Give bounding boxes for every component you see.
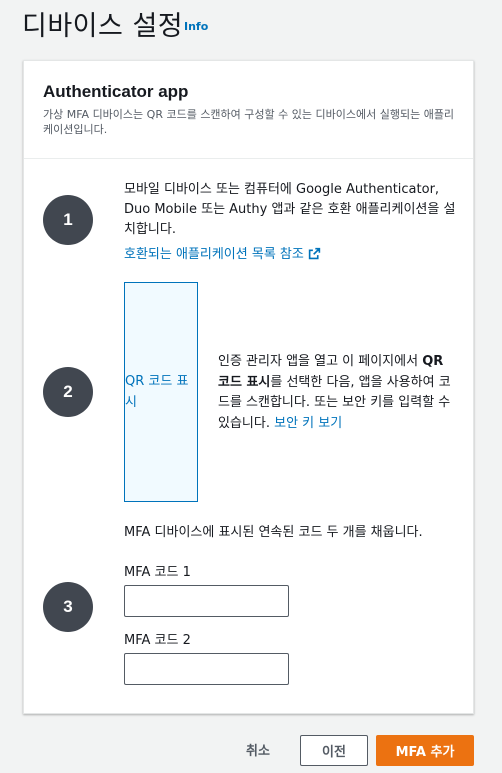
step-1-text: 모바일 디바이스 또는 컴퓨터에 Google Authenticator, D… (124, 180, 464, 240)
card-description: 가상 MFA 디바이스는 QR 코드를 스캔하여 구성할 수 있는 디바이스에서… (43, 108, 455, 136)
view-secret-key-link[interactable]: 보안 키 보기 (274, 416, 342, 431)
mfa-code-1-input[interactable] (124, 585, 289, 617)
mfa-code-1-label: MFA 코드 1 (124, 565, 191, 580)
compatible-apps-link-label: 호환되는 애플리케이션 목록 참조 (124, 247, 304, 262)
mfa-code-2-input[interactable] (124, 653, 289, 685)
card-title: Authenticator app (43, 82, 189, 101)
step-3-instruction: MFA 디바이스에 표시된 연속된 코드 두 개를 채웁니다. (124, 525, 423, 540)
step-2-text-part-1: 인증 관리자 앱을 열고 이 페이지에서 (218, 354, 423, 369)
info-link[interactable]: Info (184, 20, 208, 33)
show-qr-code-button[interactable]: QR 코드 표시 (124, 282, 198, 502)
card-header: Authenticator app 가상 MFA 디바이스는 QR 코드를 스캔… (24, 61, 473, 159)
mfa-code-2-label: MFA 코드 2 (124, 633, 191, 648)
step-3-number: 3 (43, 582, 93, 632)
external-link-icon (308, 247, 321, 267)
step-1-line-3: 치합니다. (124, 222, 176, 237)
step-2-number: 2 (43, 367, 93, 417)
add-mfa-button[interactable]: MFA 추가 (376, 735, 474, 766)
cancel-button[interactable]: 취소 (246, 740, 270, 759)
step-1-number: 1 (43, 195, 93, 245)
previous-button[interactable]: 이전 (300, 735, 368, 766)
authenticator-card: Authenticator app 가상 MFA 디바이스는 QR 코드를 스캔… (23, 60, 474, 714)
page-title: 디바이스 설정 (22, 11, 184, 42)
step-2-text: 인증 관리자 앱을 열고 이 페이지에서 QR 코드 표시를 선택한 다음, 앱… (218, 352, 452, 434)
step-1-line-1: 모바일 디바이스 또는 컴퓨터에 Google Authenticator, (124, 182, 440, 197)
step-1-line-2: Duo Mobile 또는 Authy 앱과 같은 호환 애플리케이션을 설 (124, 202, 456, 217)
compatible-apps-link[interactable]: 호환되는 애플리케이션 목록 참조 (124, 245, 321, 267)
show-qr-code-label: QR 코드 표시 (125, 374, 189, 410)
